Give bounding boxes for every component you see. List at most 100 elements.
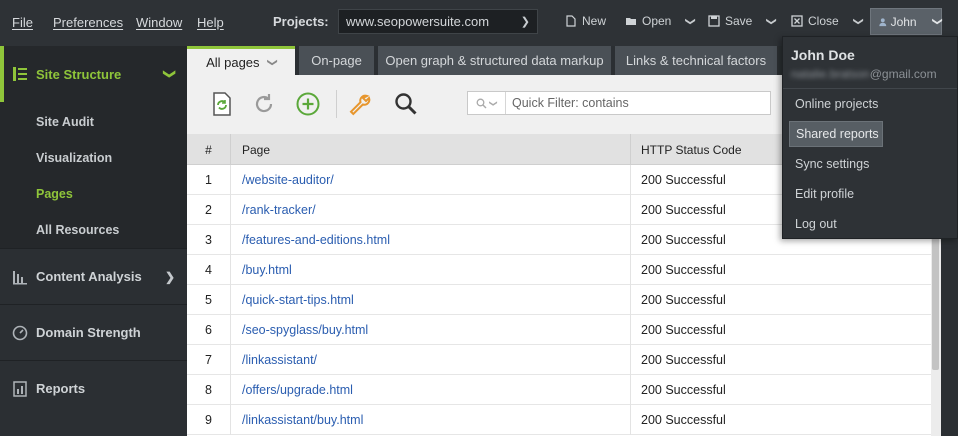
tab-all-pages[interactable]: All pages ❯	[187, 46, 295, 75]
chevron-down-icon[interactable]: ❯	[766, 17, 777, 25]
tab-label: All pages	[206, 54, 260, 70]
toolbar-divider	[336, 90, 337, 118]
http-status: 200 Successful	[641, 413, 726, 427]
page-url-link[interactable]: /linkassistant/	[231, 345, 631, 375]
reports-icon	[13, 380, 27, 397]
user-name: John Doe	[791, 47, 855, 63]
site-structure-icon	[13, 67, 27, 81]
chevron-down-icon: ❯	[266, 57, 278, 67]
project-select[interactable]: www.seopowersuite.com ❯	[338, 9, 538, 34]
sidebar-section-label: Content Analysis	[36, 269, 142, 284]
wrench-icon[interactable]	[347, 91, 373, 117]
table-row[interactable]: 8/offers/upgrade.html 200 Successful	[187, 375, 931, 405]
menu-help[interactable]: Help	[197, 15, 224, 30]
chevron-down-icon[interactable]: ❯	[852, 17, 863, 25]
chevron-down-icon: ❯	[520, 16, 530, 28]
tab-label: On-page	[311, 53, 362, 68]
sidebar-item-pages[interactable]: Pages	[36, 187, 73, 201]
sidebar-section-content-analysis[interactable]: Content Analysis ❯	[0, 248, 187, 304]
page-url-link[interactable]: /quick-start-tips.html	[231, 285, 631, 315]
table-row[interactable]: 5/quick-start-tips.html 200 Successful	[187, 285, 931, 315]
project-select-value: www.seopowersuite.com	[346, 14, 490, 29]
page-url-link[interactable]: /offers/upgrade.html	[231, 375, 631, 405]
sidebar-section-reports[interactable]: Reports	[0, 360, 187, 416]
page-url-link[interactable]: /website-auditor/	[231, 165, 631, 195]
column-header-number[interactable]: #	[187, 134, 231, 165]
new-button[interactable]: New	[565, 14, 606, 28]
table-row[interactable]: 7/linkassistant/200 Successful	[187, 345, 931, 375]
user-menu-button[interactable]: John ❯	[870, 8, 942, 35]
active-indicator	[0, 46, 4, 102]
sidebar-section-domain-strength[interactable]: Domain Strength	[0, 304, 187, 360]
user-email-blurred: natalie.bratson	[791, 67, 870, 81]
new-file-icon	[566, 15, 576, 27]
table-row[interactable]: 9/linkassistant/buy.html 200 Successful	[187, 405, 931, 435]
column-header-page[interactable]: Page	[231, 134, 631, 165]
http-status: 200 Successful	[641, 353, 726, 367]
quick-filter-input[interactable]: Quick Filter: contains	[506, 96, 629, 110]
menu-preferences[interactable]: Preferences	[53, 15, 123, 30]
menu-window[interactable]: Window	[136, 15, 182, 30]
search-icon[interactable]	[393, 91, 419, 117]
save-button[interactable]: Save ❯	[708, 14, 777, 28]
page-url-link[interactable]: /seo-spyglass/buy.html	[231, 315, 631, 345]
sidebar: Site Structure ❯ Site Audit Visualizatio…	[0, 46, 187, 436]
open-button-label: Open	[642, 14, 672, 28]
http-status: 200 Successful	[641, 293, 726, 307]
rebuild-icon[interactable]	[251, 91, 277, 117]
scrollbar-thumb[interactable]	[932, 224, 939, 370]
menu-item-edit-profile[interactable]: Edit profile	[789, 181, 883, 207]
add-icon[interactable]	[295, 91, 321, 117]
row-number: 9	[187, 405, 231, 435]
menu-item-shared-reports[interactable]: Shared reports	[789, 121, 883, 147]
chevron-right-icon: ❯	[164, 269, 175, 284]
row-number: 3	[187, 225, 231, 255]
page-url-link[interactable]: /linkassistant/buy.html	[231, 405, 631, 435]
content-analysis-icon	[13, 270, 27, 284]
chevron-down-icon: ❯	[931, 17, 943, 26]
gauge-icon	[12, 325, 28, 340]
sidebar-section-label: Site Structure	[36, 66, 122, 82]
filter-search-icon[interactable]: ❯	[468, 92, 506, 114]
refresh-page-icon[interactable]	[209, 91, 235, 117]
close-button[interactable]: Close ❯	[791, 14, 863, 28]
save-icon	[708, 15, 720, 27]
page-url-link[interactable]: /rank-tracker/	[231, 195, 631, 225]
sidebar-section-site-structure[interactable]: Site Structure ❯	[0, 46, 187, 102]
table-toolbar: ❯ Quick Filter: contains	[187, 75, 783, 134]
search-icon	[476, 98, 487, 108]
table-row[interactable]: 4/buy.html 200 Successful	[187, 255, 931, 285]
sidebar-item-site-audit[interactable]: Site Audit	[36, 115, 94, 129]
tab-open-graph[interactable]: Open graph & structured data markup	[378, 46, 611, 75]
tab-links-technical[interactable]: Links & technical factors	[615, 46, 777, 75]
page-url-link[interactable]: /buy.html	[231, 255, 631, 285]
row-number: 8	[187, 375, 231, 405]
user-icon	[879, 17, 887, 26]
close-button-label: Close	[808, 14, 839, 28]
sidebar-item-visualization[interactable]: Visualization	[36, 151, 112, 165]
sidebar-subitems: Site Audit Visualization Pages All Resou…	[0, 102, 187, 248]
sidebar-item-all-resources[interactable]: All Resources	[36, 223, 119, 237]
menu-item-online-projects[interactable]: Online projects	[789, 91, 883, 117]
save-button-label: Save	[725, 14, 753, 28]
quick-filter[interactable]: ❯ Quick Filter: contains	[467, 91, 771, 115]
user-menu-label: John	[890, 14, 917, 29]
menu-item-log-out[interactable]: Log out	[789, 211, 883, 237]
chevron-down-icon[interactable]: ❯	[685, 17, 696, 25]
new-button-label: New	[582, 14, 607, 28]
row-number: 1	[187, 165, 231, 195]
http-status: 200 Successful	[641, 323, 726, 337]
tab-label: Open graph & structured data markup	[385, 53, 604, 68]
sidebar-section-label: Domain Strength	[36, 325, 141, 340]
user-email-domain: @gmail.com	[869, 67, 937, 81]
menu-divider	[783, 88, 957, 89]
page-url-link[interactable]: /features-and-editions.html	[231, 225, 631, 255]
menu-file[interactable]: File	[12, 15, 33, 30]
table-row[interactable]: 6/seo-spyglass/buy.html 200 Successful	[187, 315, 931, 345]
menu-item-sync-settings[interactable]: Sync settings	[789, 151, 883, 177]
row-number: 6	[187, 315, 231, 345]
open-button[interactable]: Open ❯	[625, 14, 696, 28]
tab-on-page[interactable]: On-page	[299, 46, 374, 75]
sidebar-section-label: Reports	[36, 381, 86, 396]
tab-label: Links & technical factors	[625, 53, 767, 68]
